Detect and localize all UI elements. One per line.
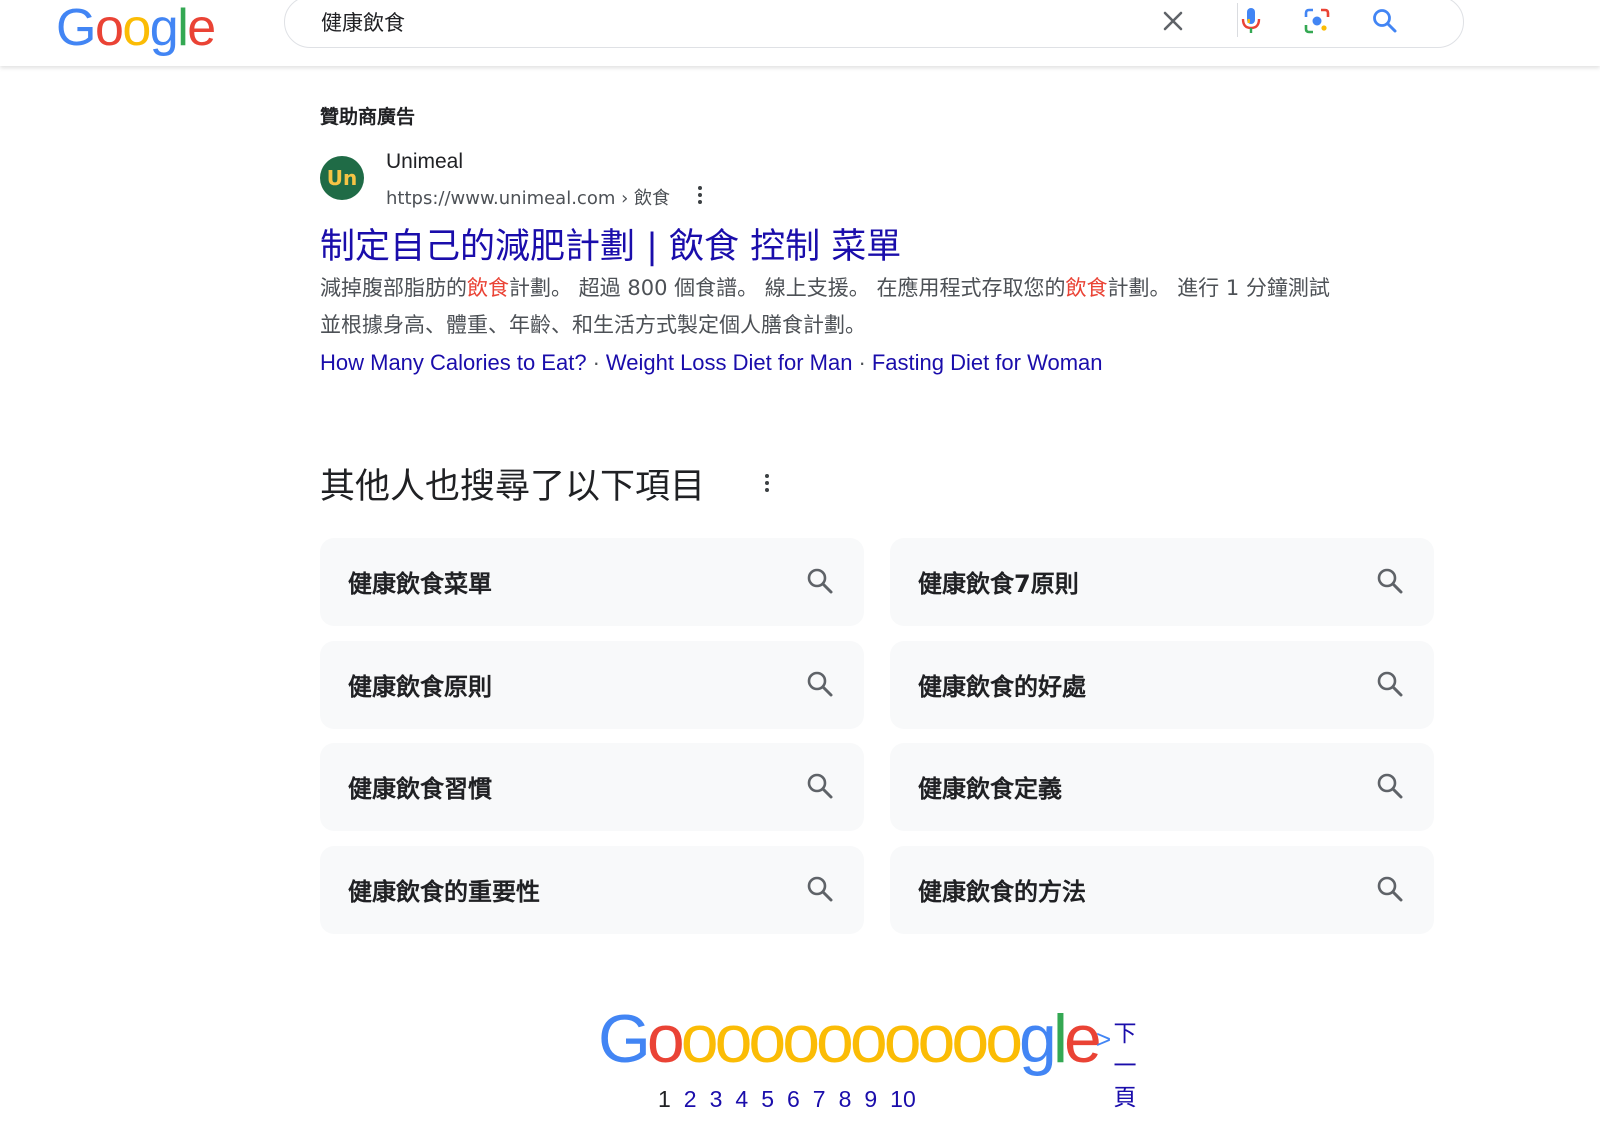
search-icon <box>1377 671 1403 697</box>
search-icon <box>1377 876 1403 902</box>
related-search-item[interactable]: 健康飲食菜單 <box>320 538 864 626</box>
search-icon <box>1377 773 1403 799</box>
ad-description: 減掉腹部脂肪的飲食計劃。 超過 800 個食譜。 線上支援。 在應用程式存取您的… <box>320 276 1330 337</box>
pagination-google-logo: Gooooooooooogle <box>598 1001 1102 1077</box>
page-5[interactable]: 5 <box>761 1086 774 1112</box>
page-numbers: 1 2 3 4 5 6 7 8 9 10 <box>658 1086 929 1113</box>
page-9[interactable]: 9 <box>864 1086 877 1112</box>
sitelink-calories[interactable]: How Many Calories to Eat? <box>320 350 587 375</box>
related-search-item[interactable]: 健康飲食原則 <box>320 641 864 729</box>
ad-site-url[interactable]: https://www.unimeal.com › 飲食 <box>386 184 670 210</box>
related-search-item[interactable]: 健康飲食習慣 <box>320 743 864 831</box>
ad-more-options-icon[interactable] <box>698 186 702 204</box>
page-2[interactable]: 2 <box>684 1086 697 1112</box>
ad-title-link[interactable]: 制定自己的減肥計劃 | 飲食 控制 菜單 <box>320 218 901 269</box>
next-page-chevron-icon[interactable]: > <box>1096 1024 1111 1055</box>
related-search-item[interactable]: 健康飲食的方法 <box>890 846 1434 934</box>
search-icon[interactable] <box>1367 3 1403 39</box>
search-input[interactable]: 健康飲食 <box>321 7 405 37</box>
page-8[interactable]: 8 <box>839 1086 852 1112</box>
related-search-item[interactable]: 健康飲食定義 <box>890 743 1434 831</box>
search-box[interactable]: 健康飲食 <box>284 0 1464 48</box>
ad-sitelinks: How Many Calories to Eat? · Weight Loss Di… <box>320 350 1103 375</box>
related-search-item[interactable]: 健康飲食7原則 <box>890 538 1434 626</box>
search-icon <box>807 568 833 594</box>
search-icon <box>807 671 833 697</box>
page-10[interactable]: 10 <box>890 1086 916 1112</box>
page-7[interactable]: 7 <box>813 1086 826 1112</box>
next-page-link[interactable]: 下一頁 <box>1112 1018 1138 1114</box>
search-icon <box>807 876 833 902</box>
sitelink-fasting-woman[interactable]: Fasting Diet for Woman <box>872 350 1103 375</box>
related-search-item[interactable]: 健康飲食的重要性 <box>320 846 864 934</box>
page-4[interactable]: 4 <box>735 1086 748 1112</box>
related-search-item[interactable]: 健康飲食的好處 <box>890 641 1434 729</box>
page-6[interactable]: 6 <box>787 1086 800 1112</box>
page-1: 1 <box>658 1086 671 1112</box>
camera-lens-icon[interactable] <box>1299 3 1335 39</box>
sponsored-label: 贊助商廣告 <box>320 106 416 128</box>
microphone-icon[interactable] <box>1233 3 1269 39</box>
header: Google 健康飲食 <box>0 0 1600 66</box>
unimeal-favicon[interactable]: Un <box>320 156 364 200</box>
people-also-search-title: 其他人也搜尋了以下項目 <box>320 467 706 507</box>
page-3[interactable]: 3 <box>710 1086 723 1112</box>
search-icon <box>1377 568 1403 594</box>
sitelink-weight-loss-man[interactable]: Weight Loss Diet for Man <box>606 350 853 375</box>
search-icon <box>807 773 833 799</box>
ad-site-name[interactable]: Unimeal <box>386 150 463 174</box>
clear-icon[interactable] <box>1155 3 1191 39</box>
pas-more-options-icon[interactable] <box>765 474 769 492</box>
google-logo[interactable]: Google <box>56 0 216 56</box>
